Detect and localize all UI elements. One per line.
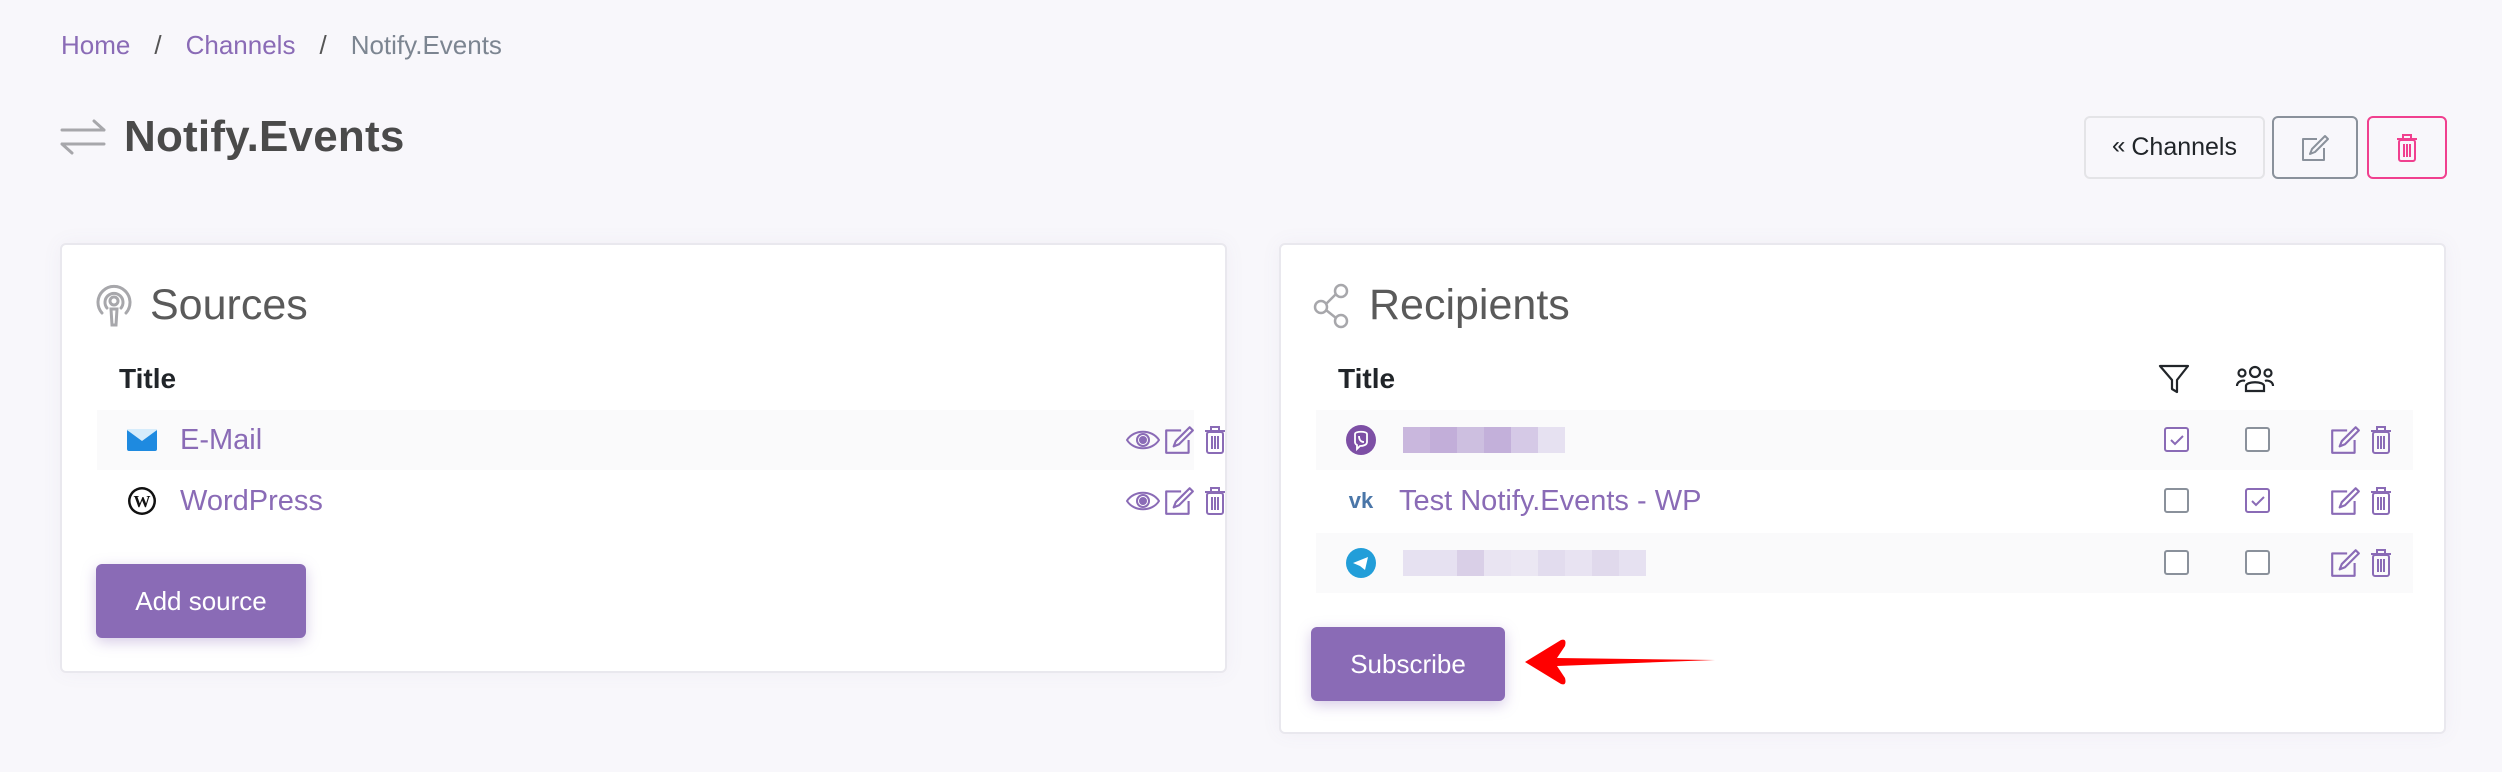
email-icon <box>124 422 160 458</box>
share-icon <box>1313 283 1349 328</box>
breadcrumb-channels[interactable]: Channels <box>186 30 296 61</box>
back-button-label: Channels <box>2131 133 2237 161</box>
source-row: W WordPress <box>97 471 1225 531</box>
recipient-row <box>1316 410 2413 470</box>
trash-icon[interactable] <box>2363 483 2399 519</box>
source-row: E-Mail <box>97 410 1225 470</box>
double-chevron-left-icon: « <box>2112 131 2126 159</box>
filter-checkbox[interactable] <box>2164 550 2189 575</box>
source-title[interactable]: E-Mail <box>180 424 262 457</box>
recipient-title-redacted <box>1403 427 1565 453</box>
users-group-icon <box>2235 361 2275 397</box>
edit-icon[interactable] <box>1161 422 1197 458</box>
broadcast-icon <box>96 284 132 326</box>
recipients-title: Recipients <box>1369 281 1570 329</box>
group-checkbox[interactable] <box>2245 427 2270 452</box>
subscribe-button[interactable]: Subscribe <box>1311 627 1505 701</box>
edit-icon[interactable] <box>2327 422 2363 458</box>
telegram-icon <box>1343 545 1379 581</box>
back-to-channels-button[interactable]: « Channels <box>2084 116 2265 179</box>
edit-channel-button[interactable] <box>2272 116 2358 179</box>
trash-icon <box>2397 133 2417 162</box>
sources-card: Sources Title E-Mail W WordPress Add sou… <box>60 243 1227 673</box>
recipients-column-title: Title <box>1338 363 1396 394</box>
recipient-row <box>1316 533 2413 593</box>
group-checkbox[interactable] <box>2245 488 2270 513</box>
sources-column-title: Title <box>119 363 177 394</box>
trash-icon[interactable] <box>1197 422 1233 458</box>
filter-checkbox[interactable] <box>2164 488 2189 513</box>
edit-icon[interactable] <box>2327 545 2363 581</box>
source-actions <box>1125 483 1233 519</box>
breadcrumb-separator: / <box>319 30 327 60</box>
svg-text:vk: vk <box>1349 491 1374 511</box>
recipient-row: vk Test Notify.Events - WP <box>1316 471 2413 531</box>
filter-icon <box>2154 361 2194 397</box>
header-actions: « Channels <box>2084 116 2447 179</box>
page-header: Notify.Events <box>60 112 405 162</box>
svg-text:W: W <box>134 492 151 511</box>
filter-checkbox[interactable] <box>2164 427 2189 452</box>
recipients-card: Recipients Title vk Test Notify.Events -… <box>1279 243 2446 734</box>
recipient-actions <box>2327 483 2399 519</box>
wordpress-icon: W <box>124 483 160 519</box>
edit-icon[interactable] <box>1161 483 1197 519</box>
trash-icon[interactable] <box>2363 545 2399 581</box>
viber-icon <box>1343 422 1379 458</box>
recipient-actions <box>2327 422 2399 458</box>
annotation-arrow-icon <box>1525 639 1715 685</box>
page-title: Notify.Events <box>124 112 405 161</box>
add-source-button[interactable]: Add source <box>96 564 306 638</box>
vk-icon: vk <box>1343 483 1379 519</box>
breadcrumb-home[interactable]: Home <box>61 30 130 61</box>
recipient-title-redacted <box>1403 550 1646 576</box>
source-title[interactable]: WordPress <box>180 485 323 518</box>
sources-header: Sources <box>94 281 308 330</box>
edit-icon <box>2302 134 2329 161</box>
delete-channel-button[interactable] <box>2367 116 2447 179</box>
trash-icon[interactable] <box>2363 422 2399 458</box>
breadcrumb-separator: / <box>154 30 162 60</box>
recipients-header: Recipients <box>1313 281 1570 330</box>
group-checkbox[interactable] <box>2245 550 2270 575</box>
edit-icon[interactable] <box>2327 483 2363 519</box>
breadcrumb: Home / Channels / Notify.Events <box>61 30 502 61</box>
sources-title: Sources <box>150 281 308 329</box>
recipient-actions <box>2327 545 2399 581</box>
view-icon[interactable] <box>1125 483 1161 519</box>
breadcrumb-current: Notify.Events <box>350 30 502 60</box>
recipient-title[interactable]: Test Notify.Events - WP <box>1399 485 1701 518</box>
source-actions <box>1125 422 1233 458</box>
arrows-exchange-icon <box>60 119 106 155</box>
view-icon[interactable] <box>1125 422 1161 458</box>
trash-icon[interactable] <box>1197 483 1233 519</box>
